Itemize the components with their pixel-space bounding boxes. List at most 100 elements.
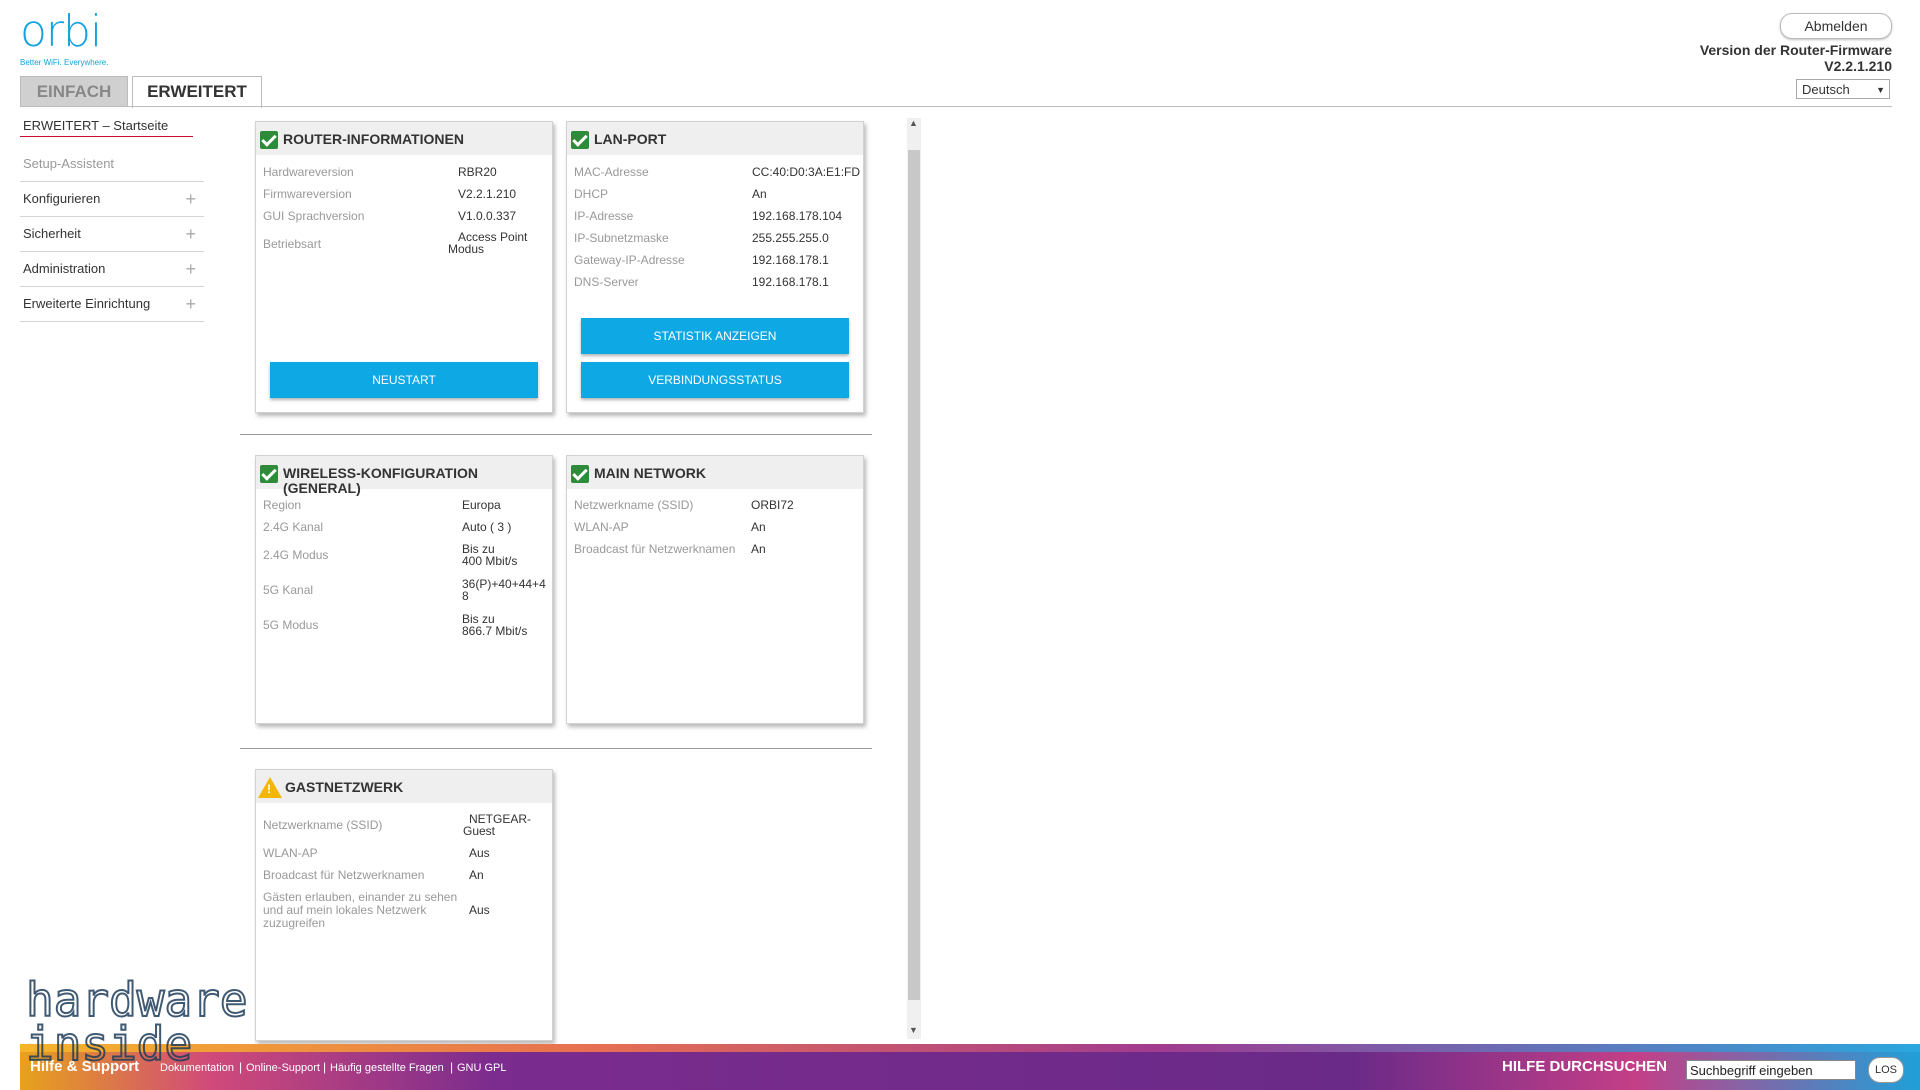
- row-label: DNS-Server: [574, 275, 639, 289]
- row-value: CC:40:D0:3A:E1:FD: [752, 165, 861, 179]
- row-value: 192.168.178.104: [752, 209, 843, 223]
- row-value: 192.168.178.1: [752, 275, 829, 289]
- sidebar: ERWEITERT – Startseite Setup-Assistent K…: [20, 116, 204, 322]
- sidebar-item-label: Erweiterte Einrichtung: [23, 296, 151, 311]
- row-value: V2.2.1.210: [458, 187, 517, 201]
- chevron-down-icon: ▼: [1876, 85, 1885, 95]
- help-search-label: HILFE DURCHSUCHEN: [1502, 1058, 1667, 1075]
- row-label: Hardwareversion: [263, 165, 354, 179]
- row-value: An: [751, 542, 766, 556]
- panel-title: ROUTER-INFORMATIONEN: [283, 131, 464, 147]
- row-value-line2: Modus: [448, 242, 485, 256]
- restart-button[interactable]: NEUSTART: [270, 362, 538, 398]
- panel-header: LAN-PORT: [567, 122, 863, 155]
- row-label: Broadcast für Netzwerknamen: [263, 868, 425, 882]
- row-label: Gateway-IP-Adresse: [574, 253, 685, 267]
- panel-title: GASTNETZWERK: [285, 779, 404, 795]
- row-label: MAC-Adresse: [574, 165, 649, 179]
- plus-icon[interactable]: +: [185, 182, 196, 216]
- row-label: GUI Sprachversion: [263, 209, 365, 223]
- row-label: Netzwerkname (SSID): [263, 818, 383, 832]
- logout-button[interactable]: Abmelden: [1780, 13, 1892, 39]
- row-value: ORBI72: [751, 498, 794, 512]
- section-divider: [240, 434, 872, 435]
- sidebar-item-advanced-setup[interactable]: Erweiterte Einrichtung +: [20, 287, 204, 322]
- row-label-line3: zuzugreifen: [263, 916, 326, 930]
- orbi-logo: orbi Better WiFi. Everywhere.: [20, 10, 130, 70]
- panel-title: LAN-PORT: [594, 131, 667, 147]
- sidebar-item-label: Konfigurieren: [23, 191, 101, 206]
- row-label: WLAN-AP: [574, 520, 629, 534]
- row-value-line2: 400 Mbit/s: [462, 554, 518, 568]
- tab-basic[interactable]: EINFACH: [20, 76, 128, 106]
- sidebar-item-security[interactable]: Sicherheit +: [20, 217, 204, 252]
- logo-tagline: Better WiFi. Everywhere.: [20, 58, 109, 67]
- scrollbar-thumb[interactable]: [908, 150, 920, 1000]
- watermark-line2: inside: [26, 1017, 192, 1066]
- row-label: 5G Kanal: [263, 583, 314, 597]
- row-value: An: [751, 520, 766, 534]
- language-select[interactable]: Deutsch ▼: [1796, 79, 1890, 99]
- panel-header: WIRELESS-KONFIGURATION (GENERAL): [256, 456, 552, 496]
- plus-icon[interactable]: +: [185, 252, 196, 286]
- row-label: Firmwareversion: [263, 187, 352, 201]
- warning-mark: !: [267, 782, 271, 796]
- language-value: Deutsch: [1802, 82, 1850, 97]
- row-label: Region: [263, 498, 302, 512]
- panel-title-line2: (GENERAL): [283, 480, 361, 496]
- sidebar-item-setup-wizard[interactable]: Setup-Assistent: [20, 147, 204, 182]
- row-value: 36(P)+40+44+4: [462, 577, 546, 591]
- sidebar-item-configure[interactable]: Konfigurieren +: [20, 182, 204, 217]
- footer-link-gnu-gpl[interactable]: GNU GPL: [457, 1062, 507, 1074]
- main-network-panel: MAIN NETWORK Netzwerkname (SSID) ORBI72 …: [566, 455, 864, 724]
- row-label: Broadcast für Netzwerknamen: [574, 542, 736, 556]
- check-icon: [571, 131, 589, 149]
- show-statistics-button[interactable]: STATISTIK ANZEIGEN: [581, 318, 849, 354]
- lan-port-panel: LAN-PORT MAC-Adresse CC:40:D0:3A:E1:FD D…: [566, 121, 864, 413]
- row-value: Aus: [469, 846, 490, 860]
- section-divider: [240, 748, 872, 749]
- check-icon: [260, 465, 278, 483]
- footer-separator: |: [450, 1060, 454, 1074]
- row-label: IP-Subnetzmaske: [574, 231, 669, 245]
- row-value: RBR20: [458, 165, 497, 179]
- row-value-line2: Guest: [463, 824, 496, 838]
- sidebar-item-label: Setup-Assistent: [23, 156, 115, 171]
- wireless-config-panel: WIRELESS-KONFIGURATION (GENERAL) Region E…: [255, 455, 553, 724]
- help-search-input[interactable]: Suchbegriff eingeben: [1686, 1060, 1856, 1080]
- panel-title-line1: WIRELESS-KONFIGURATION: [283, 465, 478, 481]
- sidebar-item-administration[interactable]: Administration +: [20, 252, 204, 287]
- row-value: Europa: [462, 498, 501, 512]
- scroll-down-icon[interactable]: ▼: [909, 1025, 918, 1035]
- row-label: IP-Adresse: [574, 209, 634, 223]
- row-value-line2: 866.7 Mbit/s: [462, 624, 528, 638]
- logo-word: orbi: [20, 6, 102, 57]
- plus-icon[interactable]: +: [185, 217, 196, 251]
- firmware-label: Version der Router-Firmware: [1699, 42, 1892, 58]
- tab-divider: [20, 106, 1892, 107]
- panel-header: ! GASTNETZWERK: [256, 770, 552, 803]
- row-value: V1.0.0.337: [458, 209, 517, 223]
- row-value: An: [469, 868, 484, 882]
- check-icon: [260, 131, 278, 149]
- firmware-version: V2.2.1.210: [1824, 58, 1892, 74]
- sidebar-item-advanced-home[interactable]: ERWEITERT – Startseite: [20, 116, 193, 137]
- row-label: 2.4G Modus: [263, 548, 329, 562]
- row-label: DHCP: [574, 187, 609, 201]
- row-value: 255.255.255.0: [752, 231, 829, 245]
- search-go-button[interactable]: LOS: [1868, 1057, 1904, 1083]
- panel-title: WIRELESS-KONFIGURATION (GENERAL): [283, 466, 478, 496]
- row-label: 2.4G Kanal: [263, 520, 324, 534]
- row-label: 5G Modus: [263, 618, 319, 632]
- sidebar-item-label: ERWEITERT – Startseite: [23, 118, 169, 133]
- sidebar-item-label: Administration: [23, 261, 106, 276]
- panel-header: ROUTER-INFORMATIONEN: [256, 122, 552, 155]
- scroll-up-icon[interactable]: ▲: [909, 118, 918, 128]
- row-value: 192.168.178.1: [752, 253, 829, 267]
- row-label: WLAN-AP: [263, 846, 318, 860]
- hardwareinside-watermark: hardware inside: [26, 976, 249, 1066]
- row-label: Netzwerkname (SSID): [574, 498, 694, 512]
- tab-advanced[interactable]: ERWEITERT: [132, 76, 262, 108]
- plus-icon[interactable]: +: [185, 287, 196, 321]
- connection-status-button[interactable]: VERBINDUNGSSTATUS: [581, 362, 849, 398]
